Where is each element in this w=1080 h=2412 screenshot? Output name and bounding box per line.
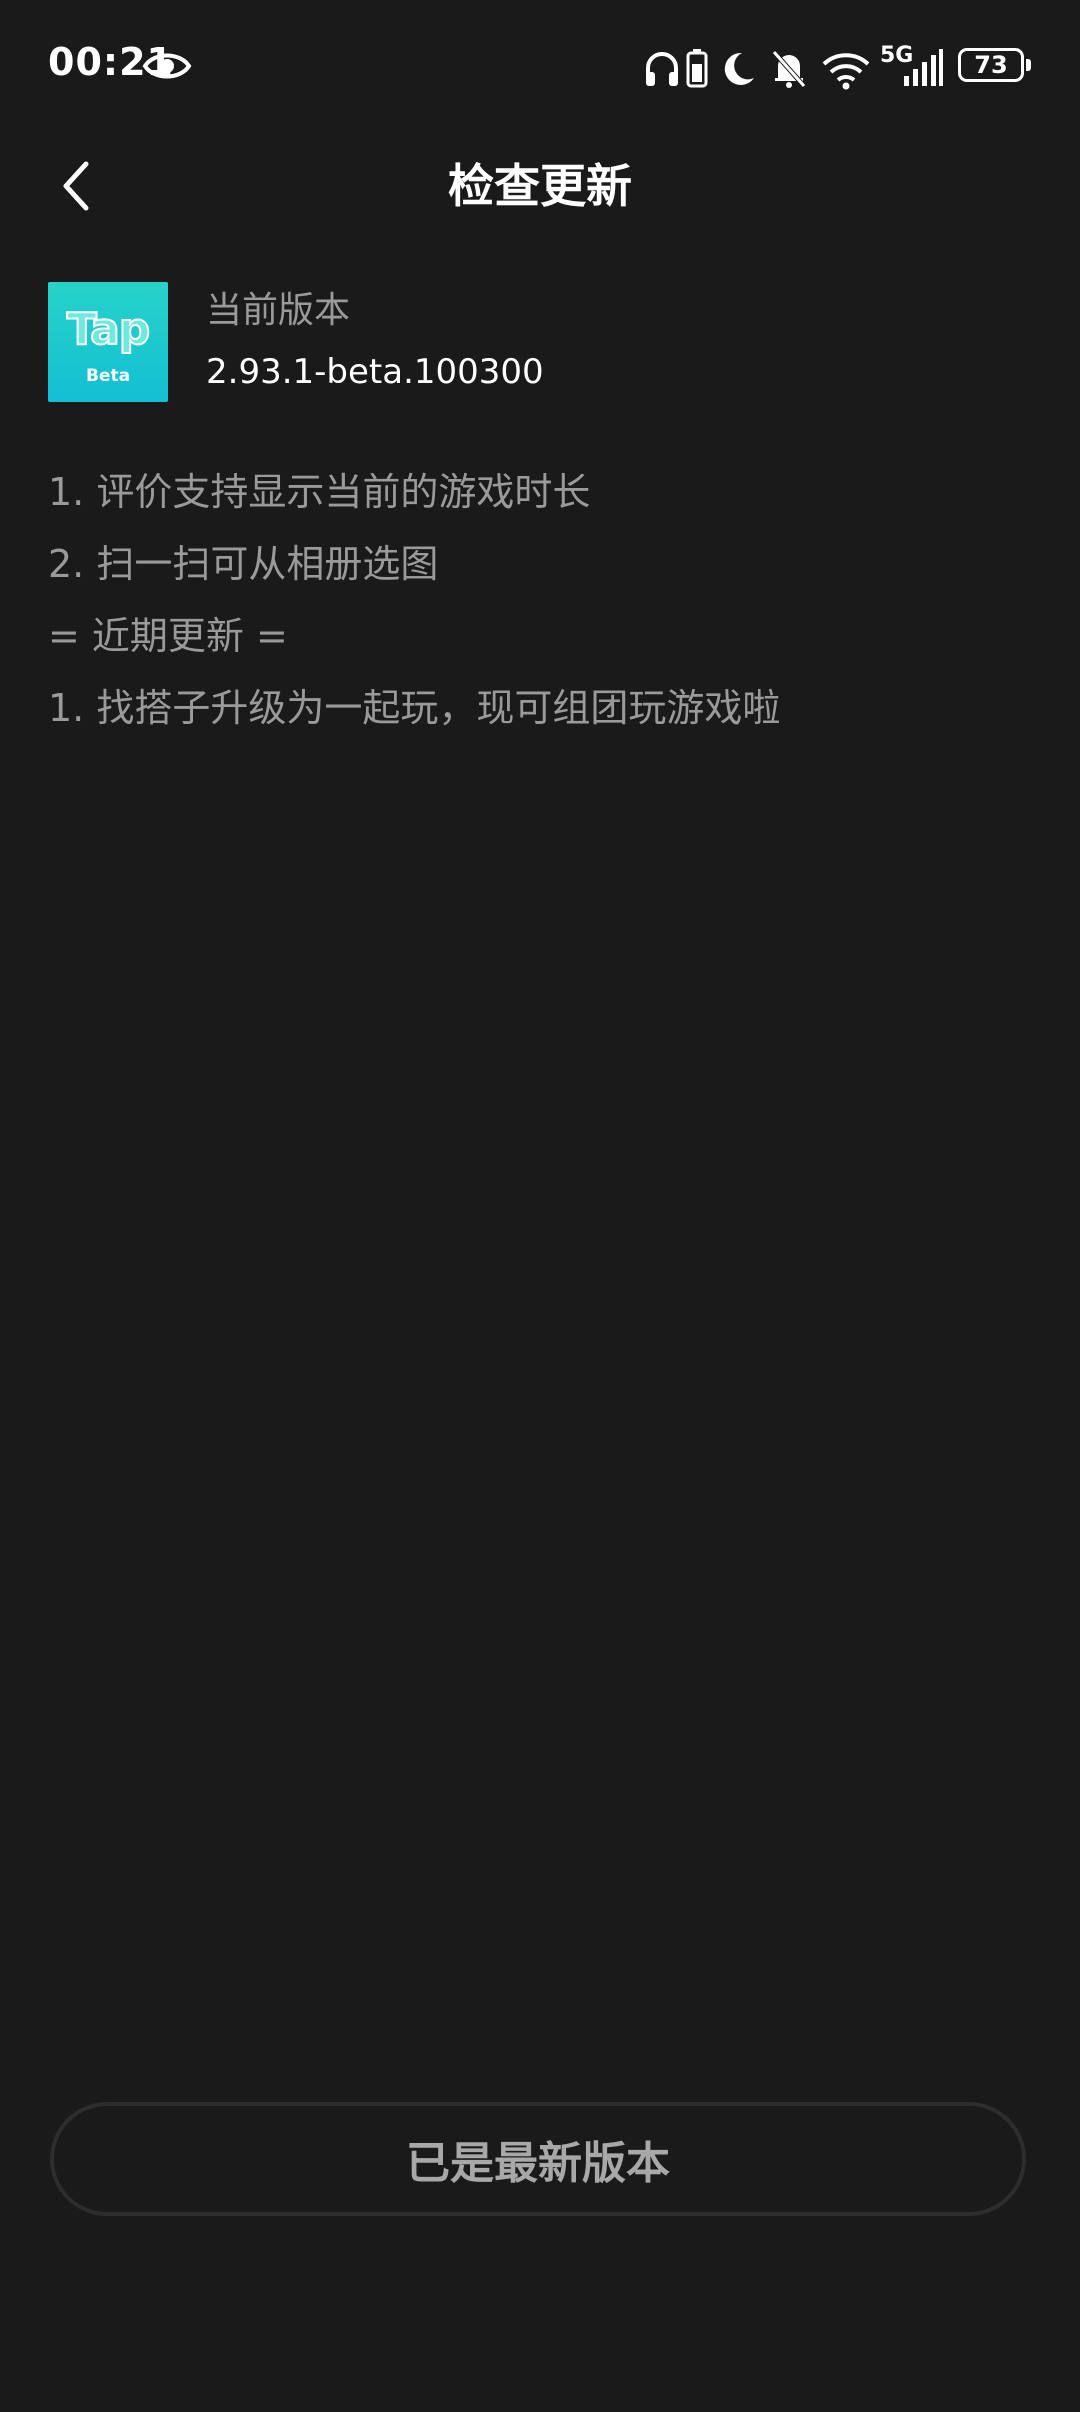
note-section-heading: = 近期更新 =	[48, 614, 288, 658]
up-to-date-button[interactable]: 已是最新版本	[50, 2102, 1026, 2216]
app-icon-text: Tap	[66, 303, 152, 356]
note-line: 2. 扫一扫可从相册选图	[48, 542, 439, 586]
note-line: 1. 找搭子升级为一起玩，现可组团玩游戏啦	[48, 686, 781, 730]
battery-saver-icon	[686, 49, 708, 88]
bell-off-icon	[772, 50, 806, 88]
app-icon-subtext: Beta	[85, 366, 131, 386]
wifi-icon	[822, 53, 870, 90]
status-bar: 00:21 5G 73	[0, 0, 1080, 136]
app-icon: Tap Beta	[48, 282, 168, 402]
note-line: 1. 评价支持显示当前的游戏时长	[48, 470, 591, 514]
moon-icon	[724, 52, 754, 85]
battery-icon: 73	[958, 48, 1034, 86]
version-label: 当前版本	[206, 290, 351, 331]
eye-icon	[142, 53, 192, 79]
battery-level-text: 73	[974, 51, 1008, 79]
up-to-date-label: 已是最新版本	[406, 2138, 670, 2189]
page-title: 检查更新	[448, 159, 632, 213]
release-notes: 1. 评价支持显示当前的游戏时长 2. 扫一扫可从相册选图 = 近期更新 = 1…	[48, 462, 1038, 750]
version-value: 2.93.1-beta.100300	[206, 352, 544, 392]
headphones-icon	[646, 52, 678, 86]
signal-icon	[904, 49, 943, 86]
